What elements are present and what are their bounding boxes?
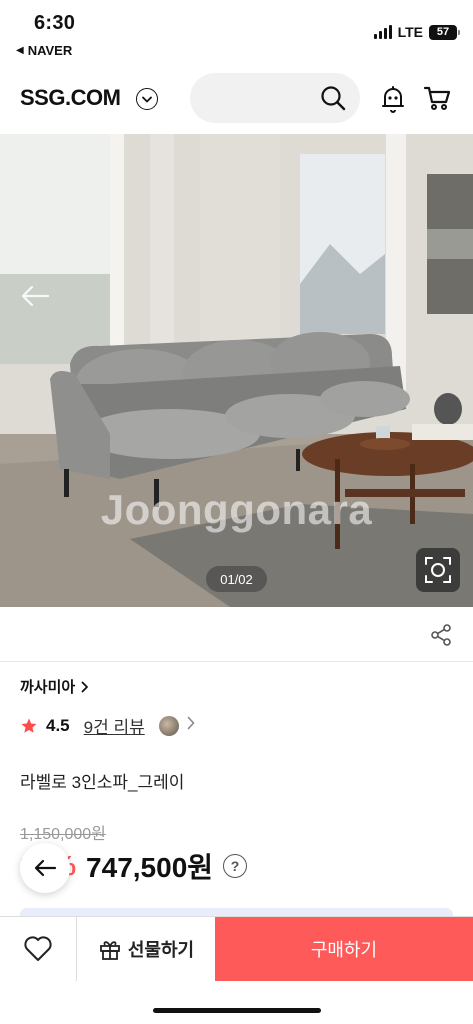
brand-name: 까사미아 [20, 679, 76, 696]
star-icon [21, 718, 37, 733]
back-arrow-icon [34, 859, 57, 877]
buy-label: 구매하기 [310, 940, 378, 960]
share-icon[interactable] [429, 623, 453, 652]
reviewer-avatar [158, 715, 179, 736]
bottom-action-bar: 선물하기 구매하기 [0, 916, 473, 981]
review-count-link[interactable]: 9건 리뷰 [84, 713, 145, 738]
chevron-right-icon [187, 716, 195, 735]
image-counter: 01/02 [206, 566, 267, 592]
home-indicator[interactable] [153, 1008, 321, 1013]
floating-back-button[interactable] [20, 843, 70, 893]
chevron-right-icon [81, 681, 89, 692]
status-time: 6:30 [34, 12, 76, 34]
zoom-button[interactable] [416, 548, 460, 592]
cart-icon[interactable] [423, 84, 451, 117]
watermark-text: Joonggonara [100, 486, 373, 533]
signal-icon [373, 25, 392, 39]
app-header: SSG.COM [0, 70, 473, 128]
buy-button[interactable]: 구매하기 [215, 917, 473, 981]
heart-icon [24, 936, 52, 961]
search-icon[interactable] [320, 85, 346, 116]
product-title: 라벨로 3인소파_그레이 [20, 773, 185, 792]
status-bar: 6:30 ◀ NAVER LTE 57 [0, 0, 473, 66]
bell-icon[interactable] [380, 84, 406, 119]
rating-row[interactable]: 4.5 9건 리뷰 [20, 713, 195, 738]
gift-button[interactable]: 선물하기 [77, 917, 215, 981]
gift-label: 선물하기 [127, 940, 195, 960]
share-row [0, 607, 473, 662]
gift-icon [99, 941, 120, 960]
battery-icon: 57 [429, 24, 460, 40]
rating-score: 4.5 [46, 715, 70, 735]
search-input[interactable] [190, 73, 360, 123]
back-triangle-icon: ◀ [16, 45, 24, 56]
sale-price: 747,500원 [86, 852, 214, 883]
sofa-photo [0, 134, 473, 607]
site-logo[interactable]: SSG.COM [20, 85, 121, 111]
battery-level: 57 [436, 26, 450, 38]
chevron-down-icon[interactable] [136, 88, 158, 110]
product-image[interactable] [0, 134, 473, 607]
wishlist-button[interactable] [0, 917, 77, 981]
original-price: 1,150,000원 [20, 826, 106, 843]
price-info-icon[interactable]: ? [223, 854, 248, 878]
brand-link[interactable]: 까사미아 [20, 676, 89, 697]
image-back-arrow-icon[interactable] [20, 284, 50, 313]
back-app-label: NAVER [27, 43, 73, 58]
network-label: LTE [397, 24, 423, 40]
zoom-icon [425, 557, 451, 583]
back-to-app-link[interactable]: ◀ NAVER [16, 43, 72, 58]
